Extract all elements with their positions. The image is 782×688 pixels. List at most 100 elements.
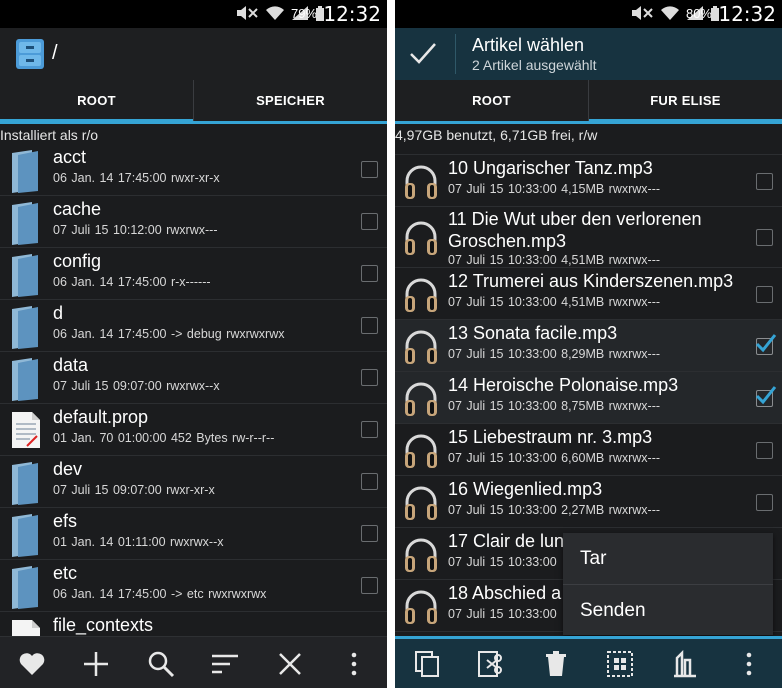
list-item[interactable]: 16 Wiegenlied.mp3 07 Juli 15 10:33:00 2,…	[395, 476, 782, 528]
tab-root[interactable]: ROOT	[0, 80, 193, 124]
delete-icon[interactable]	[542, 650, 570, 678]
tab-label: SPEICHER	[256, 93, 325, 108]
file-name: 18 Abschied a	[448, 583, 562, 603]
select-checkbox[interactable]	[361, 317, 378, 334]
select-checkbox[interactable]	[756, 286, 773, 303]
right-screen: 80% 12:32 Artikel wählen 2 Artikel ausge…	[395, 0, 782, 688]
select-checkbox[interactable]	[756, 442, 773, 459]
overflow-menu-icon[interactable]	[735, 650, 763, 678]
path-info: Installiert als r/o	[0, 124, 387, 146]
list-item[interactable]: config 06 Jan. 14 17:45:00 r-x------	[0, 248, 387, 300]
divider	[455, 34, 456, 74]
mute-icon	[237, 6, 258, 20]
list-item[interactable]: etc 06 Jan. 14 17:45:00 -> etc rwxrwxrwx	[0, 560, 387, 612]
tab-root[interactable]: ROOT	[395, 80, 588, 121]
tab-label: FUR ELISE	[650, 93, 721, 108]
file-name: 14 Heroische Polonaise.mp3	[448, 375, 679, 395]
close-icon[interactable]	[276, 650, 304, 678]
file-name: etc	[53, 563, 78, 583]
list-item[interactable]: 13 Sonata facile.mp3 07 Juli 15 10:33:00…	[395, 320, 782, 372]
file-meta: 07 Juli 15 10:33:00 2,27MB rwxrwx---	[448, 503, 661, 517]
battery-percent: 80%	[685, 6, 712, 21]
select-checkbox[interactable]	[361, 213, 378, 230]
headphones-icon	[405, 538, 437, 572]
list-item[interactable]: default.prop 01 Jan. 70 01:00:00 452 Byt…	[0, 404, 387, 456]
folder-icon	[12, 306, 38, 349]
clock: 12:32	[718, 2, 776, 26]
select-checkbox[interactable]	[756, 494, 773, 511]
left-screen: 79% 12:32 / ROOT SPEICHER Installiert al…	[0, 0, 387, 688]
list-item[interactable]: 14 Heroische Polonaise.mp3 07 Juli 15 10…	[395, 372, 782, 424]
list-item[interactable]: 12 Trumerei aus Kinderszenen.mp3 07 Juli…	[395, 268, 782, 320]
select-checkbox[interactable]	[361, 473, 378, 490]
file-meta: 06 Jan. 14 17:45:00 -> debug rwxrwxrwx	[53, 327, 285, 341]
tab-bar: ROOT SPEICHER	[0, 80, 387, 124]
archive-icon[interactable]	[671, 650, 699, 678]
overflow-popup-menu: Tar Senden	[563, 533, 773, 635]
list-item[interactable]: 11 Die Wut uber den verlorenen Groschen.…	[395, 207, 782, 268]
headphones-icon	[405, 434, 437, 468]
file-name: 17 Clair de lun	[448, 531, 565, 551]
bottom-toolbar	[0, 636, 387, 688]
heart-icon[interactable]	[18, 650, 46, 678]
file-meta: 07 Juli 15 09:07:00 rwxrwx--x	[53, 379, 220, 393]
select-checkbox-checked[interactable]	[755, 386, 777, 407]
file-name: data	[53, 355, 89, 375]
sort-icon[interactable]	[211, 650, 239, 678]
checkmark-done-icon[interactable]	[409, 41, 437, 65]
tab-speicher[interactable]: SPEICHER	[193, 80, 387, 121]
list-item[interactable]: acct 06 Jan. 14 17:45:00 rwxr-xr-x	[0, 144, 387, 196]
file-name: d	[53, 303, 64, 323]
headphones-icon	[405, 165, 437, 199]
menu-item-senden[interactable]: Senden	[563, 584, 773, 635]
tab-fur-elise[interactable]: FUR ELISE	[588, 80, 782, 124]
select-checkbox[interactable]	[361, 161, 378, 178]
copy-icon[interactable]	[413, 650, 441, 678]
file-meta: 06 Jan. 14 17:45:00 rwxr-xr-x	[53, 171, 220, 185]
list-item[interactable]: d 06 Jan. 14 17:45:00 -> debug rwxrwxrwx	[0, 300, 387, 352]
file-meta: 01 Jan. 70 01:00:00 452 Bytes rw-r--r--	[53, 431, 275, 445]
select-checkbox[interactable]	[361, 265, 378, 282]
select-checkbox[interactable]	[361, 369, 378, 386]
selection-subtitle: 2 Artikel ausgewählt	[472, 57, 597, 73]
folder-icon	[12, 566, 38, 609]
selection-action-bar: Artikel wählen 2 Artikel ausgewählt	[395, 28, 782, 80]
overflow-menu-icon[interactable]	[340, 650, 368, 678]
checkmark-icon	[755, 334, 777, 353]
menu-item-tar[interactable]: Tar	[563, 533, 773, 584]
file-meta: 07 Juli 15 10:33:00 8,75MB rwxrwx---	[448, 399, 661, 413]
list-item[interactable]: 15 Liebestraum nr. 3.mp3 07 Juli 15 10:3…	[395, 424, 782, 476]
file-name: file_contexts	[53, 615, 154, 635]
file-meta: 07 Juli 15 10:33:00 8,29MB rwxrwx---	[448, 347, 661, 361]
list-item[interactable]: 10 Ungarischer Tanz.mp3 07 Juli 15 10:33…	[395, 155, 782, 207]
wifi-icon	[661, 6, 679, 20]
headphones-icon	[405, 221, 437, 255]
select-checkbox[interactable]	[361, 577, 378, 594]
select-all-icon[interactable]	[606, 650, 634, 678]
select-checkbox-checked[interactable]	[755, 334, 777, 355]
file-cabinet-icon[interactable]	[14, 37, 46, 71]
select-checkbox[interactable]	[361, 525, 378, 542]
headphones-icon	[405, 590, 437, 624]
tab-label: ROOT	[472, 93, 511, 108]
select-checkbox[interactable]	[756, 173, 773, 190]
cut-icon[interactable]	[477, 650, 505, 678]
plus-icon[interactable]	[82, 650, 110, 678]
list-item[interactable]: dev 07 Juli 15 09:07:00 rwxr-xr-x	[0, 456, 387, 508]
bottom-toolbar	[395, 636, 782, 688]
wifi-icon	[266, 6, 284, 20]
status-bar: 80% 12:32	[395, 0, 782, 28]
search-icon[interactable]	[147, 650, 175, 678]
list-item[interactable]: data 07 Juli 15 09:07:00 rwxrwx--x	[0, 352, 387, 404]
page-title: /	[52, 42, 58, 64]
file-meta: 01 Jan. 14 01:11:00 rwxrwx--x	[53, 535, 224, 549]
headphones-icon	[405, 330, 437, 364]
file-name: config	[53, 251, 102, 271]
select-checkbox[interactable]	[361, 421, 378, 438]
file-meta: 06 Jan. 14 17:45:00 r-x------	[53, 275, 211, 289]
list-item[interactable]: efs 01 Jan. 14 01:11:00 rwxrwx--x	[0, 508, 387, 560]
select-checkbox[interactable]	[756, 229, 773, 246]
status-bar: 79% 12:32	[0, 0, 387, 28]
list-item[interactable]: cache 07 Juli 15 10:12:00 rwxrwx---	[0, 196, 387, 248]
file-name: 16 Wiegenlied.mp3	[448, 479, 603, 499]
